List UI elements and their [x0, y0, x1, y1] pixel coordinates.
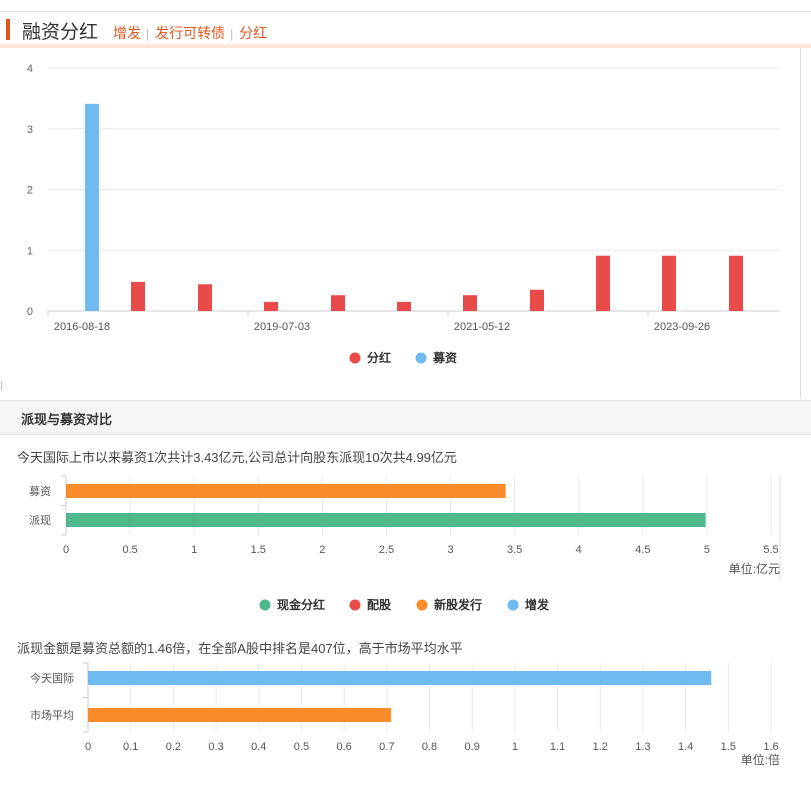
x-tick-label: 2023-09-26: [654, 321, 710, 333]
link-dividend[interactable]: 分红: [239, 25, 267, 41]
x-tick-label: 2019-07-03: [254, 321, 310, 333]
x-tick-label: 0.5: [294, 741, 309, 753]
x-tick-label: 1.6: [763, 741, 778, 753]
bar-0: [66, 484, 506, 498]
x-tick-label: 0.9: [465, 741, 480, 753]
legend-dot-3: [507, 599, 519, 611]
legend-label-fundraise: 募资: [432, 350, 457, 365]
category-label: 派现: [29, 514, 51, 527]
x-tick-label: 0.6: [336, 741, 351, 753]
x-tick-label: 0.3: [208, 741, 223, 753]
x-tick-label: 2016-08-18: [54, 321, 110, 333]
category-label: 今天国际: [30, 671, 74, 685]
bar-fundraise: [85, 103, 99, 311]
page-title: 融资分红: [22, 22, 99, 43]
comparison-section-header: 派现与募资对比: [0, 400, 811, 435]
legend-label-3: 增发: [525, 597, 550, 612]
bar-1: [66, 513, 706, 527]
section-header-financing: 融资分红 增发 | 发行可转债 | 分红: [0, 12, 811, 46]
y-tick-label: 2: [27, 185, 33, 197]
bar-dividend: [530, 289, 544, 311]
legend-dot-0: [259, 599, 271, 611]
x-tick-label: 1: [512, 741, 518, 753]
link-separator: |: [146, 27, 150, 41]
bar-1: [88, 708, 392, 722]
x-tick-label: 1.1: [550, 741, 565, 753]
x-tick-label: 2: [319, 544, 325, 556]
legend-dot-1: [349, 599, 361, 611]
title-accent-bar: [6, 19, 10, 40]
bar-dividend: [131, 281, 145, 311]
link-zengfa[interactable]: 增发: [113, 25, 141, 41]
x-tick-label: 0.2: [166, 741, 181, 753]
x-tick-label: 0.4: [251, 741, 266, 753]
bar-dividend: [331, 295, 345, 311]
bar-0: [88, 671, 712, 685]
unit-label: 单位:倍: [741, 752, 780, 767]
legend-label-1: 配股: [367, 597, 392, 612]
x-tick-label: 0: [85, 741, 91, 753]
y-tick-label: 1: [27, 245, 33, 257]
x-tick-label: 4.5: [635, 544, 650, 556]
x-tick-label: 0.7: [379, 741, 394, 753]
x-tick-label: 0.8: [422, 741, 437, 753]
legend-label-dividend: 分红: [367, 350, 391, 365]
legend-dot-dividend: [349, 352, 361, 364]
bar-dividend: [463, 295, 477, 311]
x-tick-label: 2.5: [379, 544, 394, 556]
bar-dividend: [729, 255, 743, 311]
x-tick-label: 4: [576, 544, 582, 556]
legend-label-0: 现金分红: [277, 597, 325, 612]
x-tick-label: 3: [447, 544, 453, 556]
bar-dividend: [662, 255, 676, 311]
x-tick-label: 1.5: [721, 741, 736, 753]
x-tick-label: 3.5: [507, 544, 522, 556]
x-tick-label: 0: [63, 544, 69, 556]
section-title: 派现与募资对比: [21, 412, 113, 427]
x-tick-label: 1.3: [635, 741, 650, 753]
y-tick-label: 3: [27, 124, 33, 136]
legend-dot-fundraise: [415, 352, 427, 364]
link-convertible-bond[interactable]: 发行可转债: [155, 25, 225, 41]
payout-vs-raise-chart: 0 0.5 1 1.5 2 2.5 3 3.5 4 4.5 5 5.5 募资派现单位:亿元现金分红 配股 新…: [29, 475, 781, 612]
resize-handle-icon[interactable]: ⁞: [0, 382, 4, 400]
x-tick-label: 0.5: [122, 544, 137, 556]
x-tick-label: 5.5: [763, 544, 778, 556]
bar-dividend: [596, 255, 610, 311]
x-tick-label: 1: [191, 544, 197, 556]
y-tick-label: 0: [27, 306, 33, 318]
ratio-vs-market-chart: 0 0.1 0.2 0.3 0.4 0.5 0.6 0.7 0.8 0.9 1 1.1 1.2 1.3 1.…: [30, 662, 780, 767]
category-label: 市场平均: [30, 708, 74, 722]
x-tick-label: 0.1: [123, 741, 138, 753]
x-tick-label: 2021-05-12: [454, 321, 510, 333]
financing-dividend-chart: 0 1 2 3 4 2016-08-18 2019-07-03 2021-05-12 2023-…: [27, 63, 780, 365]
legend-dot-2: [416, 599, 428, 611]
category-label: 募资: [29, 485, 51, 498]
link-separator: |: [230, 27, 234, 41]
x-tick-label: 5: [704, 544, 710, 556]
x-tick-label: 1.5: [251, 544, 266, 556]
x-tick-label: 1.2: [593, 741, 608, 753]
header-links: 增发 | 发行可转债 | 分红: [113, 23, 267, 43]
unit-label: 单位:亿元: [729, 561, 780, 576]
summary-text-2: 派现金额是募资总额的1.46倍，在全部A股中排名是407位，高于市场平均水平: [17, 641, 463, 656]
y-tick-label: 4: [27, 63, 33, 75]
legend-label-2: 新股发行: [434, 597, 482, 612]
bar-dividend: [264, 301, 278, 311]
bar-dividend: [198, 284, 212, 311]
summary-text-1: 今天国际上市以来募资1次共计3.43亿元,公司总计向股东派现10次共4.99亿元: [17, 450, 457, 465]
x-tick-label: 1.4: [678, 741, 693, 753]
bar-dividend: [397, 301, 411, 311]
